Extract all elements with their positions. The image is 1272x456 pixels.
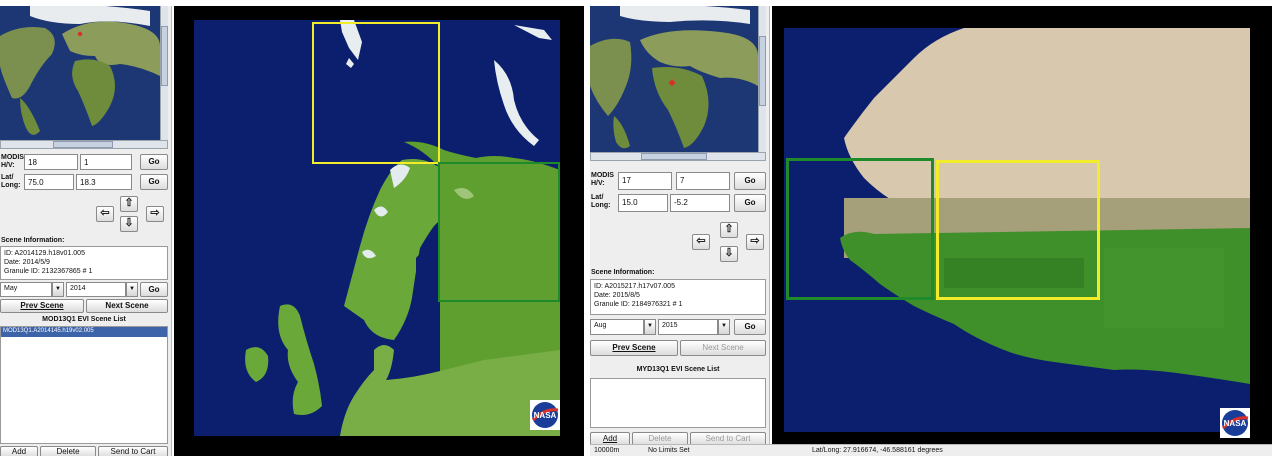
modis-hv-label: MODIS H/V: [591, 172, 614, 187]
scene-list[interactable] [590, 378, 766, 428]
scene-date: Date: 2015/8/5 [594, 292, 640, 299]
latlong-go-button[interactable]: Go [734, 194, 766, 212]
h-input[interactable]: 17 [618, 172, 672, 190]
prev-scene-button[interactable]: Prev Scene [0, 299, 84, 313]
globe-map-icon [590, 6, 758, 152]
nasa-logo-icon: NASA [1220, 408, 1250, 438]
nasa-logo-icon: NASA [530, 400, 560, 430]
send-to-cart-button[interactable]: Send to Cart [98, 446, 168, 456]
pan-up-button[interactable]: ⇧ [720, 222, 738, 238]
scene-date: Date: 2014/5/9 [4, 259, 50, 266]
scene-list-title: MYD13Q1 EVI Scene List [636, 366, 720, 373]
year-dropdown-icon[interactable]: ▼ [126, 282, 138, 297]
scene-list-title: MOD13Q1 EVI Scene List [42, 316, 126, 323]
left-map-viewer[interactable]: NASA [174, 6, 584, 456]
right-map-viewer[interactable]: NASA [772, 6, 1272, 444]
latlong-readout: Lat/Long: 27.916674, -46.588161 degrees [812, 447, 943, 454]
globe-map-icon [0, 6, 160, 140]
scene-id: ID: A2015217.h17v07.005 [594, 283, 675, 290]
pan-right-button[interactable]: ⇨ [746, 234, 764, 250]
scale-readout: 10000m [594, 447, 620, 454]
scene-info-box: ID: A2014129.h18v01.005 Date: 2014/5/9 G… [0, 246, 168, 280]
green-selection-box[interactable] [438, 162, 560, 302]
month-dropdown-icon[interactable]: ▼ [52, 282, 64, 297]
lat-input[interactable]: 15.0 [618, 194, 668, 212]
add-button[interactable]: Add [0, 446, 38, 456]
lat-input[interactable]: 75.0 [24, 174, 74, 190]
month-year-go-button[interactable]: Go [140, 282, 168, 297]
scene-granule: Granule ID: 2184976321 # 1 [594, 301, 683, 308]
v-input[interactable]: 7 [676, 172, 730, 190]
latlong-label: Lat/ Long: [591, 194, 611, 209]
long-input[interactable]: 18.3 [76, 174, 132, 190]
scene-info-title: Scene Information: [1, 237, 65, 244]
next-scene-button[interactable]: Next Scene [680, 340, 766, 356]
year-select[interactable]: 2014 [66, 282, 126, 297]
hv-go-button[interactable]: Go [140, 154, 168, 170]
v-input[interactable]: 1 [80, 154, 132, 170]
pan-down-button[interactable]: ⇩ [720, 246, 738, 262]
left-globe-overview[interactable] [0, 6, 160, 140]
scene-info-title: Scene Information: [591, 269, 655, 276]
pan-right-button[interactable]: ⇨ [146, 206, 164, 222]
scene-info-box: ID: A2015217.h17v07.005 Date: 2015/8/5 G… [590, 279, 766, 315]
limits-readout: No Limits Set [648, 447, 690, 454]
month-year-go-button[interactable]: Go [734, 319, 766, 335]
latlong-label: Lat/ Long: [1, 174, 21, 189]
month-select[interactable]: May [0, 282, 52, 297]
prev-scene-button[interactable]: Prev Scene [590, 340, 678, 356]
month-select[interactable]: Aug [590, 319, 644, 335]
pan-down-button[interactable]: ⇩ [120, 216, 138, 232]
right-globe-overview[interactable] [590, 6, 758, 152]
left-map-image[interactable] [194, 20, 560, 436]
globe-horizontal-scrollbar[interactable] [590, 152, 766, 161]
hv-go-button[interactable]: Go [734, 172, 766, 190]
year-select[interactable]: 2015 [658, 319, 718, 335]
scene-list[interactable]: MOD13Q1.A2014145.h19v02.005 [0, 326, 168, 444]
yellow-selection-box[interactable] [312, 22, 440, 164]
long-input[interactable]: -5.2 [670, 194, 730, 212]
green-selection-box[interactable] [786, 158, 934, 300]
right-control-panel: MODIS H/V: 17 7 Go Lat/ Long: 15.0 -5.2 … [590, 6, 770, 456]
status-bar: 10000m No Limits Set Lat/Long: 27.916674… [590, 444, 1272, 456]
list-item[interactable]: MOD13Q1.A2014145.h19v02.005 [1, 327, 167, 337]
yellow-selection-box[interactable] [936, 160, 1100, 300]
delete-button[interactable]: Delete [40, 446, 96, 456]
h-input[interactable]: 18 [24, 154, 78, 170]
pan-left-button[interactable]: ⇦ [692, 234, 710, 250]
globe-horizontal-scrollbar[interactable] [0, 140, 168, 149]
next-scene-button[interactable]: Next Scene [86, 299, 168, 313]
right-map-image[interactable] [784, 28, 1250, 432]
modis-hv-label: MODIS H/V: [1, 154, 24, 169]
left-control-panel: MODIS H/V: 18 1 Go Lat/ Long: 75.0 18.3 … [0, 6, 172, 456]
pan-up-button[interactable]: ⇧ [120, 196, 138, 212]
month-dropdown-icon[interactable]: ▼ [644, 319, 656, 335]
globe-vertical-scrollbar[interactable] [160, 6, 168, 140]
scene-id: ID: A2014129.h18v01.005 [4, 250, 85, 257]
scene-granule: Granule ID: 2132367865 # 1 [4, 268, 93, 275]
pan-left-button[interactable]: ⇦ [96, 206, 114, 222]
latlong-go-button[interactable]: Go [140, 174, 168, 190]
svg-text:NASA: NASA [1224, 419, 1247, 428]
globe-vertical-scrollbar[interactable] [758, 6, 766, 152]
year-dropdown-icon[interactable]: ▼ [718, 319, 730, 335]
svg-text:NASA: NASA [534, 411, 557, 420]
